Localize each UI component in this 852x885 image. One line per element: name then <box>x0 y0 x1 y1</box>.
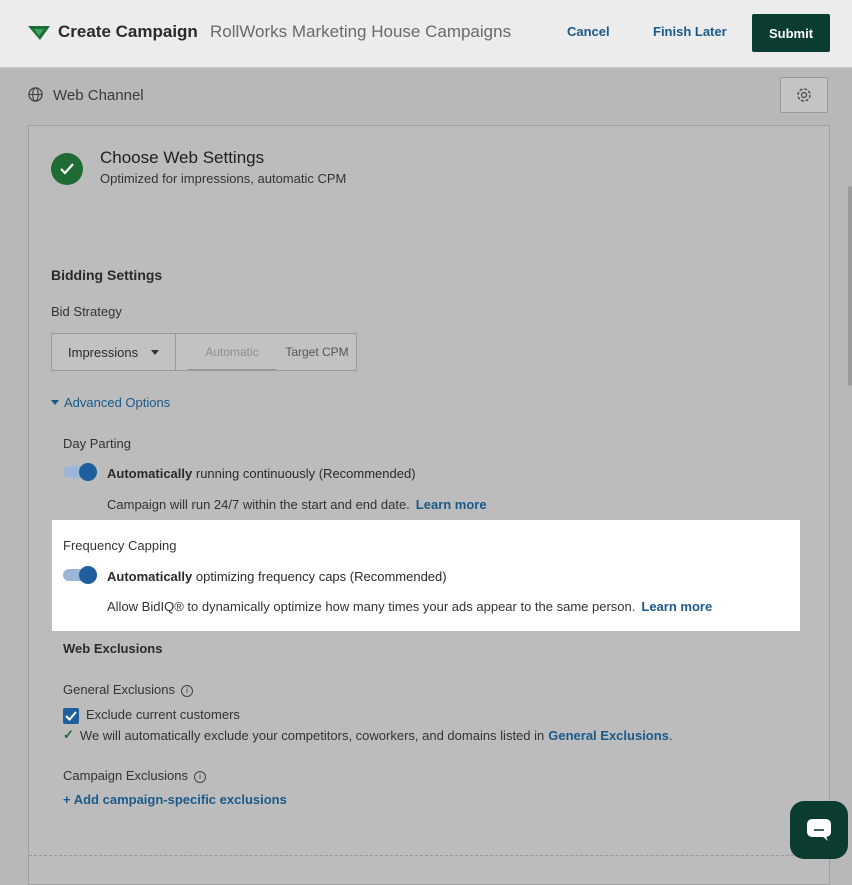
day-parting-learn-more-link[interactable]: Learn more <box>416 497 487 512</box>
chevron-down-icon <box>151 350 159 355</box>
chat-button[interactable] <box>790 801 848 859</box>
exclusion-note: ✓ We will automatically exclude your com… <box>63 727 673 743</box>
channel-settings-button[interactable] <box>780 77 828 113</box>
page-title: Create Campaign <box>58 22 198 41</box>
check-circle-icon <box>51 153 83 185</box>
bid-strategy-label: Bid Strategy <box>51 304 122 319</box>
caret-down-icon <box>51 400 59 405</box>
frequency-capping-description: Allow BidIQ® to dynamically optimize how… <box>107 599 713 614</box>
chat-icon <box>807 819 831 841</box>
exclude-customers-label: Exclude current customers <box>86 707 240 722</box>
checkmark-icon: ✓ <box>63 727 74 742</box>
gear-icon <box>797 88 811 102</box>
day-parting-toggle[interactable] <box>63 463 97 481</box>
channel-header: Web Channel <box>0 69 852 125</box>
web-exclusions-title: Web Exclusions <box>63 641 163 656</box>
top-bar: Create Campaign RollWorks Marketing Hous… <box>0 0 852 68</box>
day-parting-description: Campaign will run 24/7 within the start … <box>107 497 487 512</box>
toggle-knob <box>79 463 97 481</box>
bidding-settings-title: Bidding Settings <box>51 267 163 283</box>
org-name: RollWorks Marketing House Campaigns <box>210 22 512 41</box>
day-parting-label: Day Parting <box>63 436 131 451</box>
rollworks-logo-icon <box>28 26 50 40</box>
bid-strategy-group: Impressions Automatic Target CPM <box>51 333 357 371</box>
web-settings-title: Choose Web Settings <box>100 148 265 167</box>
advanced-options-label: Advanced Options <box>64 395 171 410</box>
day-parting-toggle-text: Automatically running continuously (Reco… <box>107 466 416 481</box>
campaign-exclusions-label: Campaign Exclusions i <box>63 768 207 783</box>
bid-strategy-select[interactable]: Impressions <box>52 334 176 370</box>
submit-button[interactable]: Submit <box>752 14 830 52</box>
general-exclusions-link[interactable]: General Exclusions <box>548 728 669 743</box>
divider <box>29 855 829 856</box>
bid-option-target-cpm[interactable]: Target CPM <box>276 334 358 370</box>
scrollbar[interactable] <box>848 186 852 386</box>
toggle-knob <box>79 566 97 584</box>
bid-strategy-value: Impressions <box>68 344 139 360</box>
info-icon[interactable]: i <box>181 685 193 697</box>
web-settings-subtitle: Optimized for impressions, automatic CPM <box>100 171 347 186</box>
frequency-capping-label: Frequency Capping <box>63 538 177 553</box>
advanced-options-toggle[interactable]: Advanced Options <box>51 395 170 410</box>
frequency-capping-learn-more-link[interactable]: Learn more <box>641 599 712 614</box>
globe-icon <box>28 87 43 102</box>
general-exclusions-label: General Exclusions i <box>63 682 193 697</box>
frequency-capping-toggle[interactable] <box>63 566 97 584</box>
cancel-button[interactable]: Cancel <box>567 24 610 39</box>
finish-later-button[interactable]: Finish Later <box>653 24 727 39</box>
exclude-customers-checkbox[interactable] <box>63 708 79 724</box>
add-campaign-exclusions-link[interactable]: + Add campaign-specific exclusions <box>63 792 287 807</box>
info-icon[interactable]: i <box>194 771 207 783</box>
frequency-capping-toggle-text: Automatically optimizing frequency caps … <box>107 569 447 584</box>
channel-title: Web Channel <box>53 87 144 104</box>
bid-option-automatic[interactable]: Automatic <box>188 334 276 370</box>
